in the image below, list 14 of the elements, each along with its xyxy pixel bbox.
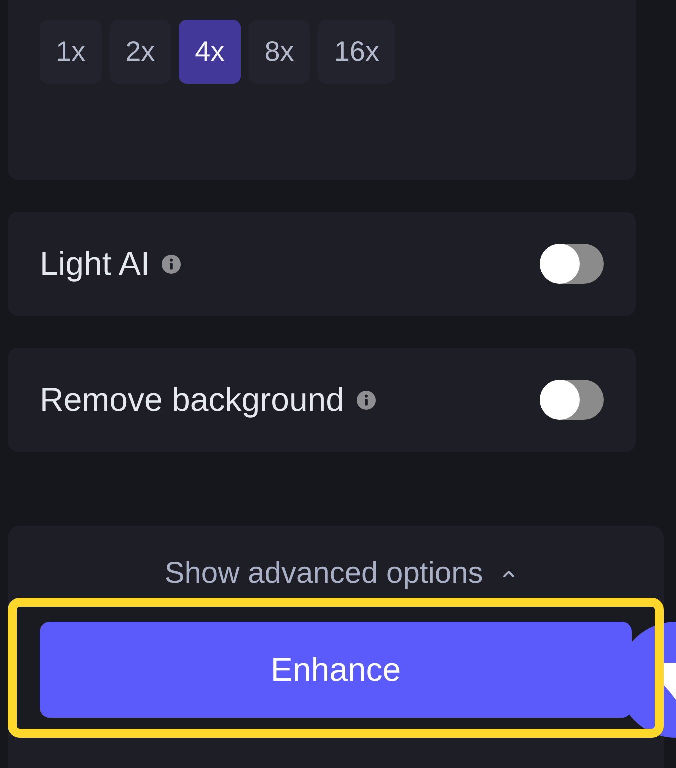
toggle-label: Light AI <box>40 245 150 283</box>
info-icon <box>162 254 182 274</box>
toggle-label: Remove background <box>40 381 345 419</box>
scale-option-button[interactable]: 4x <box>179 20 241 84</box>
toggle-switch[interactable] <box>540 244 604 284</box>
scale-option-button[interactable]: 16x <box>318 20 396 84</box>
launcher-icon <box>662 663 676 700</box>
info-icon <box>356 390 376 410</box>
scale-option-button[interactable]: 1x <box>40 20 102 84</box>
caret-icon <box>503 570 516 578</box>
scale-option-button[interactable]: 8x <box>248 20 310 84</box>
scale-option-button[interactable]: 2x <box>110 20 172 84</box>
toggle-switch[interactable] <box>540 380 604 420</box>
advanced-options-toggle[interactable]: Show advanced options <box>156 558 516 590</box>
